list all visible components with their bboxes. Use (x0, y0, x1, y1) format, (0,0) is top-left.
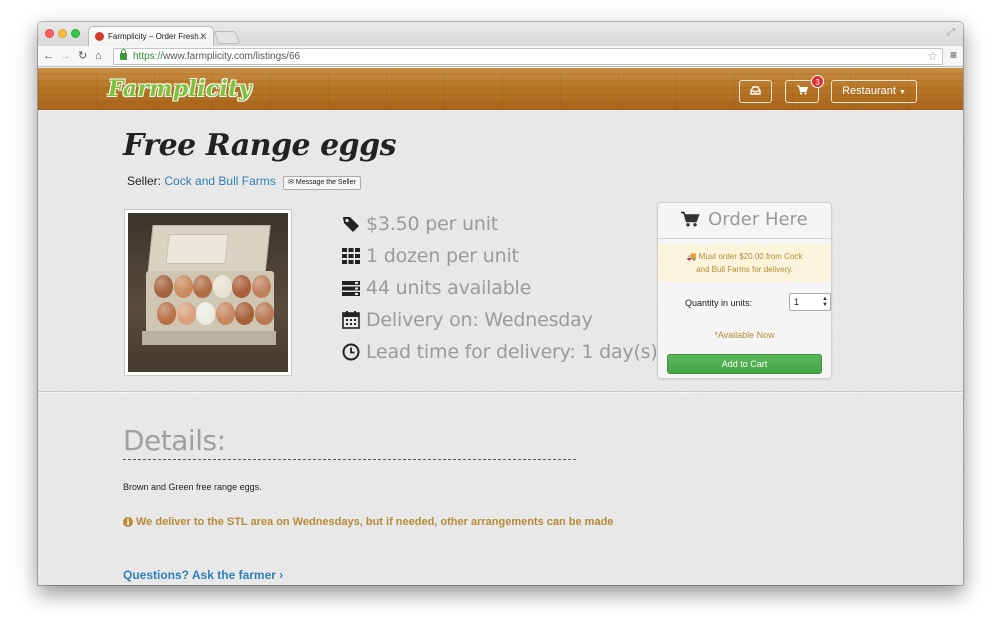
calendar-icon (342, 311, 360, 329)
zoom-window-icon[interactable] (71, 29, 80, 38)
inbox-button[interactable] (739, 80, 772, 103)
seller-line: Seller: Cock and Bull Farms ✉ Message th… (127, 174, 361, 190)
lead-time-text: Lead time for delivery: 1 day(s) (366, 341, 658, 363)
envelope-icon: ✉ (288, 179, 294, 186)
egg (212, 275, 232, 298)
listing-info-list: $3.50 per unit 1 dozen per unit 44 units… (342, 213, 658, 373)
delivery-notice-text: We deliver to the STL area on Wednesdays… (136, 516, 614, 528)
quantity-label: Quantity in units: (685, 298, 753, 308)
url-text: www.farmplicity.com/listings/66 (163, 51, 301, 62)
lock-icon (120, 49, 127, 60)
warning-line-1: Must order $20.00 from Cock (698, 252, 803, 261)
delivery-notice: i We deliver to the STL area on Wednesday… (123, 516, 613, 528)
quantity-row: Quantity in units: 1 ▲ ▼ (685, 293, 831, 311)
close-tab-icon[interactable]: ✕ (199, 31, 207, 42)
availability-info: 44 units available (342, 277, 658, 309)
inbox-icon (750, 86, 761, 95)
seller-prefix: Seller: (127, 174, 162, 188)
egg (157, 302, 176, 325)
cart-icon (681, 211, 700, 227)
favicon-icon (95, 32, 104, 41)
account-dropdown-label: Restaurant (842, 85, 896, 97)
quantity-value: 1 (794, 297, 800, 307)
site-header: Farmplicity 3 Restaurant ▼ (38, 68, 963, 110)
product-photo[interactable] (124, 209, 292, 376)
truck-icon: 🚚 (686, 252, 697, 261)
forward-icon[interactable]: → (60, 49, 71, 63)
browser-toolbar: ← → ↻ ⌂ https://www.farmplicity.com/list… (38, 46, 963, 67)
chevron-right-icon: › (279, 568, 284, 582)
availability-text: 44 units available (366, 277, 532, 299)
unit-size-info: 1 dozen per unit (342, 245, 658, 277)
details-description: Brown and Green free range eggs. (123, 482, 262, 492)
clock-icon (342, 343, 360, 361)
egg (196, 302, 215, 325)
listing-section: Free Range eggs Seller: Cock and Bull Fa… (38, 110, 963, 392)
message-seller-label: Message the Seller (295, 179, 356, 186)
price-text: $3.50 per unit (366, 213, 499, 235)
bookmark-star-icon[interactable]: ☆ (927, 49, 938, 64)
ask-farmer-label: Questions? Ask the farmer (123, 568, 276, 582)
delivery-day-info: Delivery on: Wednesday (342, 309, 658, 341)
egg (251, 275, 271, 298)
price-info: $3.50 per unit (342, 213, 658, 245)
egg (215, 302, 235, 325)
details-heading: Details: (123, 424, 226, 457)
spinner-arrows-icon[interactable]: ▲ ▼ (822, 296, 828, 308)
ask-farmer-link[interactable]: Questions? Ask the farmer › (123, 568, 283, 582)
site-logo[interactable]: Farmplicity (108, 76, 252, 102)
unit-size-text: 1 dozen per unit (366, 245, 519, 267)
fullscreen-icon[interactable]: ⤢ (947, 27, 955, 38)
egg (193, 275, 212, 298)
url-scheme: https:// (133, 51, 164, 62)
caret-down-icon: ▼ (898, 89, 906, 96)
egg (154, 275, 173, 298)
egg (232, 275, 251, 298)
home-icon[interactable]: ⌂ (95, 49, 102, 63)
order-panel: Order Here 🚚 Must order $20.00 from Cock… (657, 202, 832, 379)
account-dropdown-button[interactable]: Restaurant ▼ (831, 80, 917, 103)
availability-note: *Available Now (714, 330, 775, 340)
delivery-day-text: Delivery on: Wednesday (366, 309, 593, 331)
cart-icon (796, 85, 808, 95)
carton-lid (147, 225, 271, 275)
quantity-stepper[interactable]: 1 ▲ ▼ (789, 293, 831, 311)
minimize-window-icon[interactable] (58, 29, 67, 38)
warning-line-2: and Bull Farms for delivery. (696, 265, 793, 274)
new-tab-button[interactable] (213, 31, 241, 44)
browser-window: Farmplicity – Order Fresh… ✕ ⤢ ← → ↻ ⌂ h… (38, 22, 963, 585)
close-window-icon[interactable] (45, 29, 54, 38)
message-seller-button[interactable]: ✉ Message the Seller (283, 176, 361, 190)
order-heading: Order Here (708, 209, 808, 230)
browser-tab[interactable]: Farmplicity – Order Fresh… ✕ (88, 26, 214, 46)
reload-icon[interactable]: ↻ (78, 49, 87, 63)
egg (173, 275, 193, 298)
egg (235, 302, 254, 325)
egg (176, 302, 196, 325)
add-to-cart-button[interactable]: Add to Cart (667, 354, 822, 374)
browser-menu-icon[interactable]: ≡ (950, 48, 957, 62)
browser-titlebar: Farmplicity – Order Fresh… ✕ ⤢ (38, 22, 963, 46)
egg (254, 302, 274, 325)
details-divider (123, 459, 576, 460)
tab-title: Farmplicity – Order Fresh… (108, 32, 207, 41)
tag-icon (343, 217, 359, 232)
order-panel-header: Order Here (658, 203, 831, 239)
cart-count-badge: 3 (811, 75, 824, 88)
back-icon[interactable]: ← (43, 49, 54, 63)
info-icon: i (123, 517, 133, 527)
lead-time-info: Lead time for delivery: 1 day(s) (342, 341, 658, 373)
page-content: Free Range eggs Seller: Cock and Bull Fa… (38, 110, 963, 585)
seller-link[interactable]: Cock and Bull Farms (164, 174, 275, 188)
egg-carton-image (128, 213, 288, 372)
grid-icon (342, 248, 360, 264)
minimum-order-warning: 🚚 Must order $20.00 from Cock and Bull F… (658, 244, 831, 282)
stack-icon (342, 281, 360, 296)
address-bar[interactable]: https://www.farmplicity.com/listings/66 … (113, 48, 943, 65)
listing-title: Free Range eggs (123, 128, 397, 163)
